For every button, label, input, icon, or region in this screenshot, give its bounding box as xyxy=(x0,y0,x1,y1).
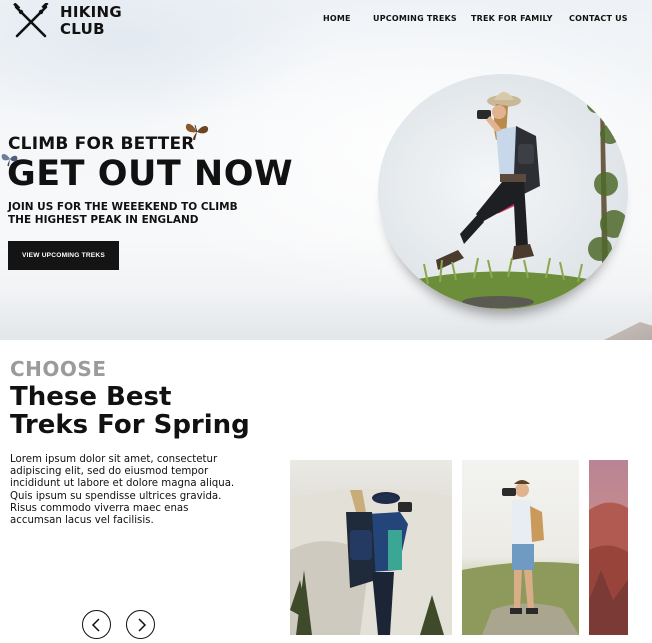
section-title-line1: These Best xyxy=(10,382,172,412)
crossed-trekking-poles-icon xyxy=(13,3,49,38)
hero-kicker: CLIMB FOR BETTER xyxy=(8,134,195,154)
carousel-prev-button[interactable] xyxy=(82,610,111,639)
hero-subtitle-line2: THE HIGHEST PEAK IN ENGLAND xyxy=(8,213,199,226)
butterfly-icon xyxy=(1,154,18,167)
hero-headline: GET OUT NOW xyxy=(7,154,294,194)
butterfly-icon xyxy=(185,123,209,141)
hiker-illustration xyxy=(418,92,628,309)
hero-subtitle: JOIN US FOR THE WEEEKEND TO CLIMB THE HI… xyxy=(8,201,268,226)
hero-hiker-photo xyxy=(378,74,628,309)
brand-logo[interactable]: HIKING CLUB xyxy=(12,3,122,39)
trek-card-3[interactable] xyxy=(589,460,628,635)
brand-name: HIKING CLUB xyxy=(60,4,122,38)
hiker-with-binoculars-photo xyxy=(290,488,452,635)
nav-trek-for-family[interactable]: TREK FOR FAMILY xyxy=(471,14,553,23)
chevron-left-icon xyxy=(91,617,100,632)
nav-upcoming-treks[interactable]: UPCOMING TREKS xyxy=(373,14,457,23)
brand-name-line2: CLUB xyxy=(60,20,105,38)
view-upcoming-treks-button[interactable]: VIEW UPCOMING TREKS xyxy=(8,241,119,270)
hero-subtitle-line1: JOIN US FOR THE WEEEKEND TO CLIMB xyxy=(8,201,238,213)
carousel-next-button[interactable] xyxy=(126,610,155,639)
nav-home[interactable]: HOME xyxy=(323,14,351,23)
section-title: These Best Treks For Spring xyxy=(10,383,250,439)
hiker-on-hilltop-photo xyxy=(462,480,579,635)
section-title-line2: Treks For Spring xyxy=(10,410,250,440)
nav-contact-us[interactable]: CONTACT US xyxy=(569,14,628,23)
trek-card-1[interactable] xyxy=(290,460,452,635)
brand-name-line1: HIKING xyxy=(60,3,123,21)
section-eyebrow: CHOOSE xyxy=(10,357,107,381)
red-rock-canyon-photo xyxy=(589,502,628,635)
chevron-right-icon xyxy=(137,617,146,632)
trek-card-2[interactable] xyxy=(462,460,579,635)
section-description: Lorem ipsum dolor sit amet, consectetur … xyxy=(10,454,235,527)
